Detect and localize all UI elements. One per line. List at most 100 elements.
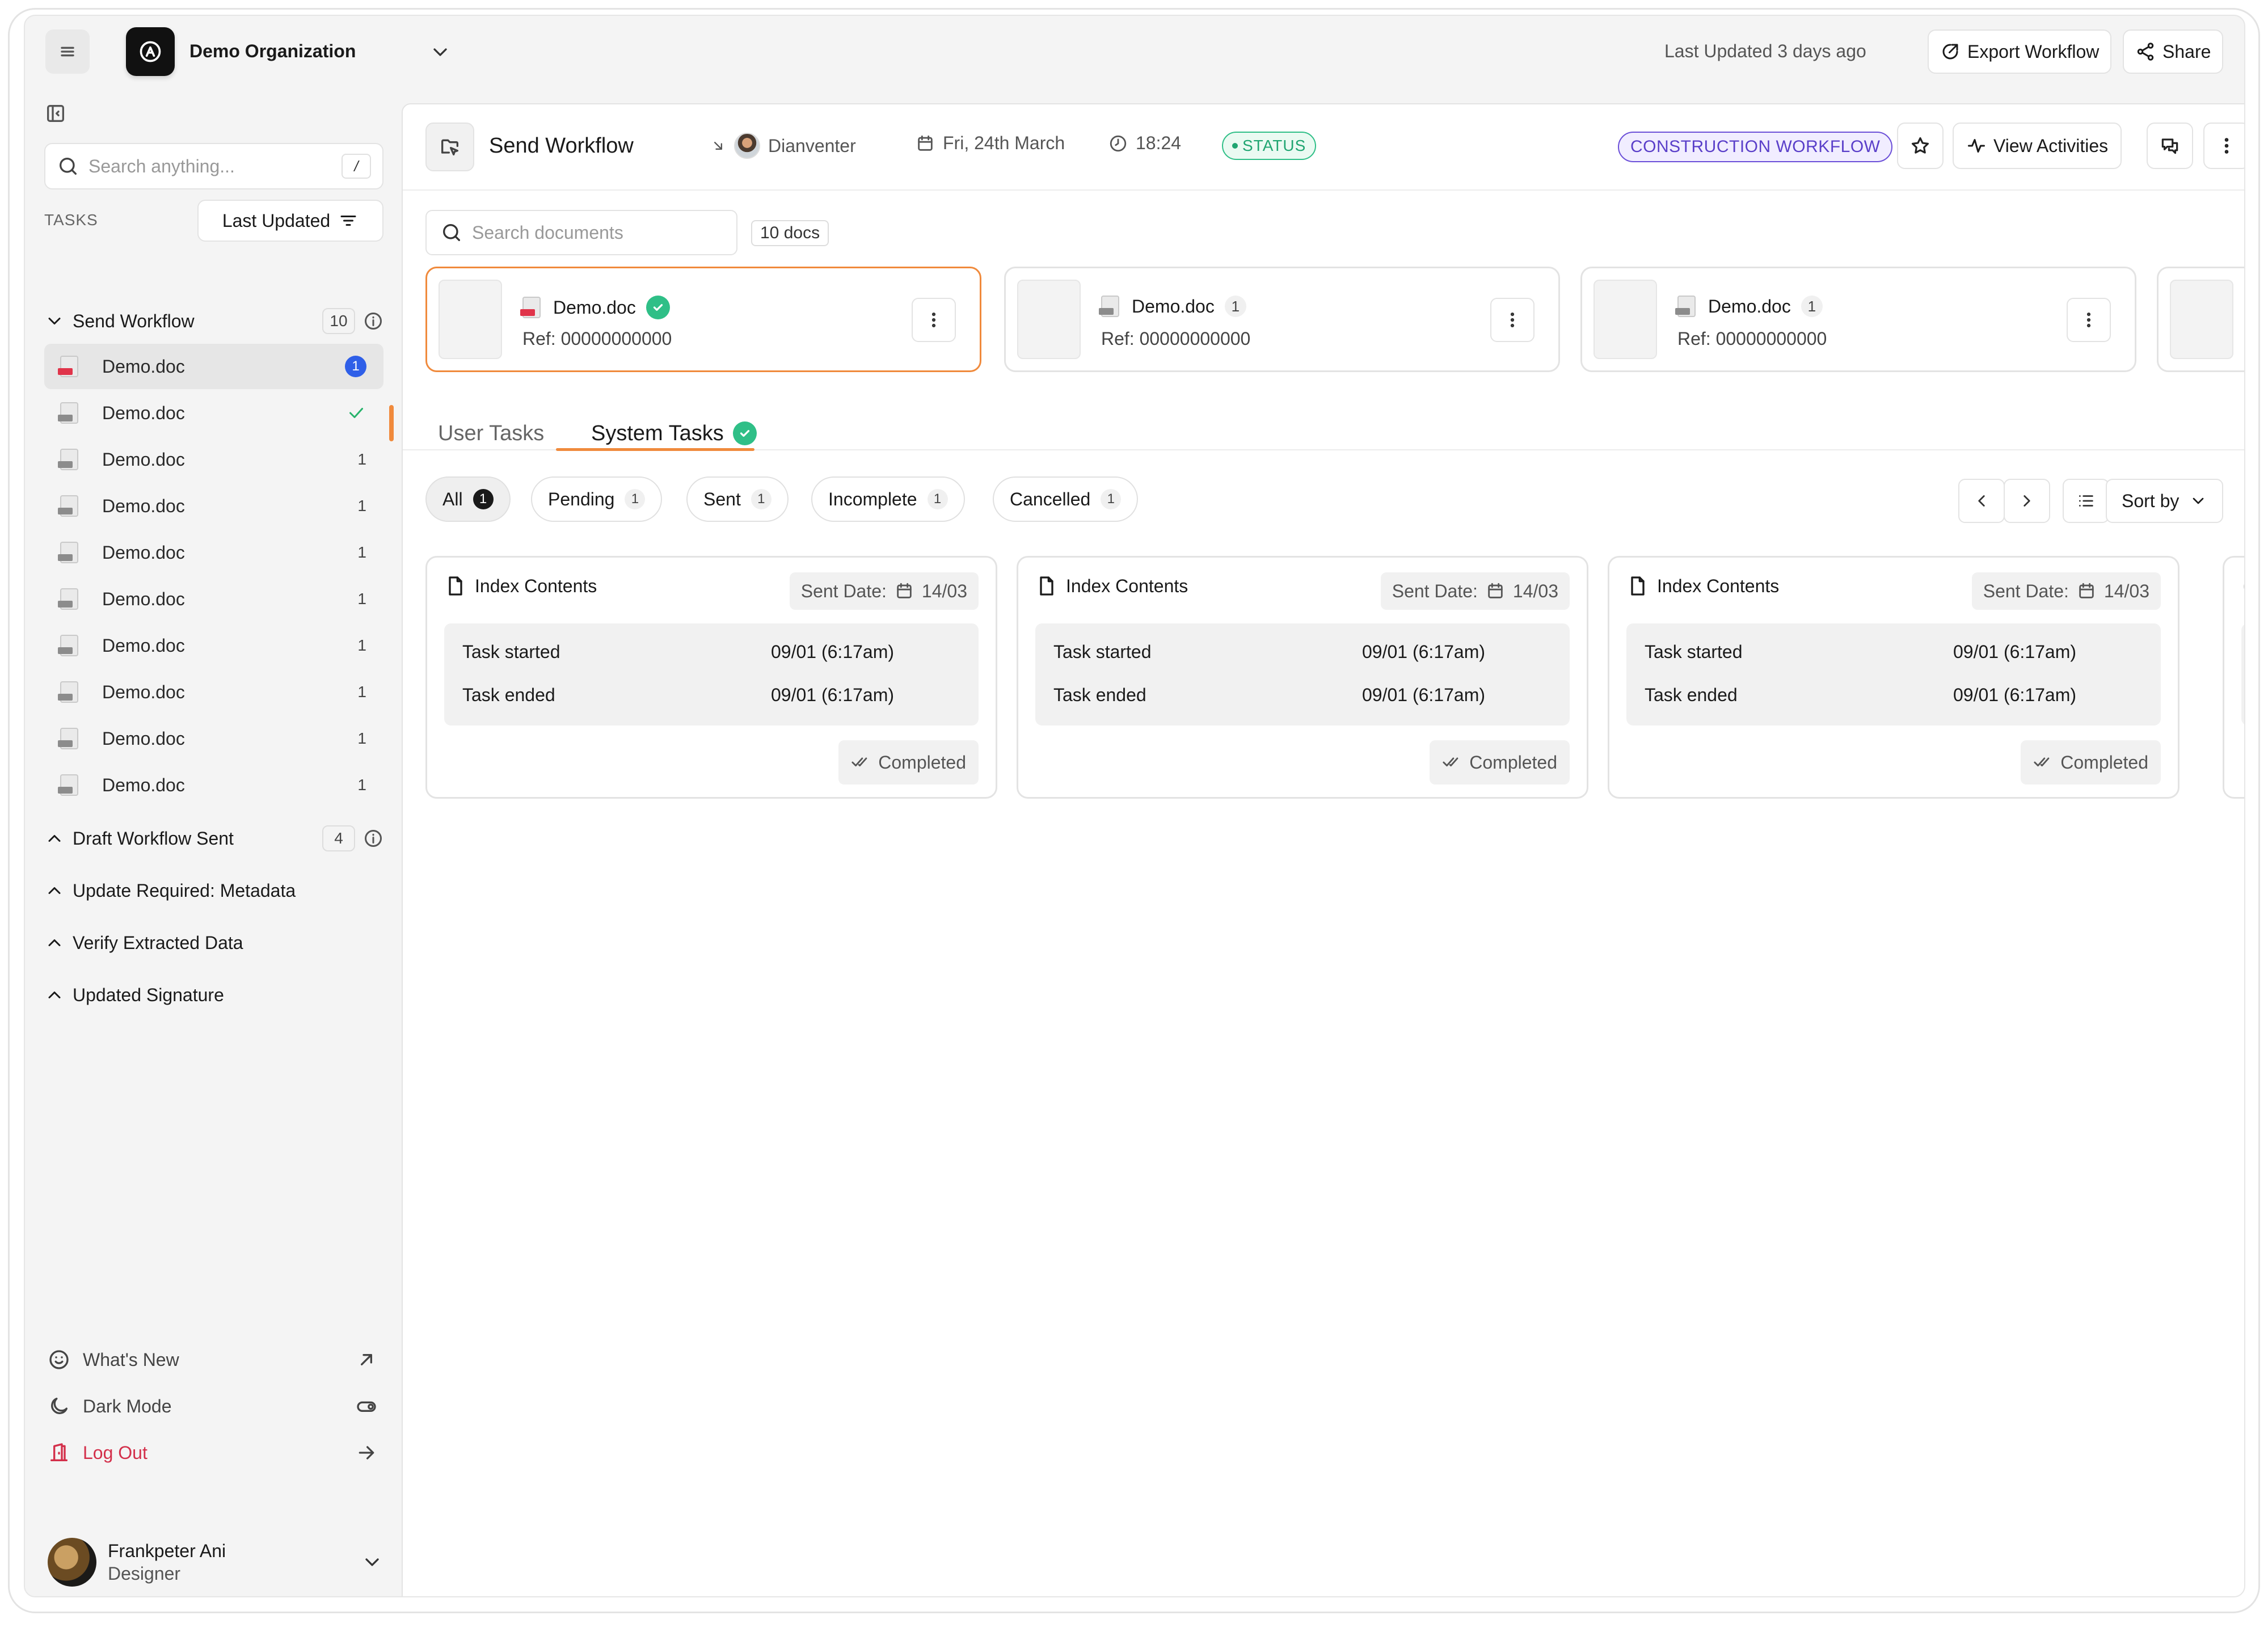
filter-chip-count: 1 xyxy=(625,489,646,509)
group-updated-signature[interactable]: Updated Signature xyxy=(44,978,383,1012)
task-ended-label: Task ended xyxy=(462,685,555,705)
sidebar-search[interactable]: Search anything... / xyxy=(44,143,383,189)
favorite-button[interactable] xyxy=(1897,123,1944,169)
sidebar-doc-item[interactable]: Demo.doc xyxy=(44,390,383,436)
sidebar-doc-item[interactable]: Demo.doc 1 xyxy=(44,344,383,389)
task-card[interactable]: Index Contents Sent Date: 14/03 Task sta… xyxy=(1017,556,1588,799)
calendar-icon xyxy=(916,134,935,153)
sidebar-doc-item[interactable]: Demo.doc 1 xyxy=(44,716,383,761)
category-badge: CONSTRUCTION WORKFLOW xyxy=(1618,132,1893,162)
info-icon[interactable] xyxy=(363,311,383,331)
app-window: Demo Organization Last Updated 3 days ag… xyxy=(24,15,2245,1597)
user-profile[interactable]: Frankpeter Ani Designer xyxy=(48,1534,383,1591)
sidebar-doc-item[interactable]: Demo.doc 1 xyxy=(44,762,383,808)
kebab-menu-icon xyxy=(1503,310,1522,330)
door-icon xyxy=(48,1441,70,1464)
double-check-icon xyxy=(2033,753,2052,772)
sort-by-dropdown[interactable]: Sort by xyxy=(2106,479,2224,523)
sent-date-value: 14/03 xyxy=(921,580,967,601)
task-title-text: Index Contents xyxy=(1066,575,1188,596)
share-button[interactable]: Share xyxy=(2123,29,2224,74)
sidebar-doc-item[interactable]: Demo.doc 1 xyxy=(44,576,383,622)
export-workflow-button[interactable]: Export Workflow xyxy=(1928,29,2112,74)
group-update-required-metadata[interactable]: Update Required: Metadata xyxy=(44,874,383,908)
document-search-input[interactable]: Search documents xyxy=(425,210,737,255)
dark-mode-label: Dark Mode xyxy=(83,1395,172,1416)
filter-chip-all[interactable]: All 1 xyxy=(425,476,511,522)
document-ref: Ref: 00000000000 xyxy=(1677,328,1827,349)
filter-chip-cancelled[interactable]: Cancelled 1 xyxy=(993,476,1139,522)
sort-tasks-button[interactable]: Last Updated xyxy=(197,200,383,242)
log-out-link[interactable]: Log Out xyxy=(44,1433,383,1473)
task-card-partial[interactable]: T T xyxy=(2223,556,2244,799)
sidebar-doc-item[interactable]: Demo.doc 1 xyxy=(44,669,383,715)
filter-chip-label: Cancelled xyxy=(1010,488,1091,509)
folder-send-icon xyxy=(439,136,461,158)
tab-user-tasks[interactable]: User Tasks xyxy=(438,416,544,450)
chevron-up-icon xyxy=(44,985,65,1005)
previous-page-button[interactable] xyxy=(1958,479,2005,523)
doc-count: 1 xyxy=(357,636,366,654)
dark-mode-toggle[interactable]: Dark Mode xyxy=(44,1386,383,1426)
collapse-sidebar-icon[interactable] xyxy=(44,102,67,125)
group-draft-workflow-sent[interactable]: Draft Workflow Sent 4 xyxy=(44,821,383,855)
group-verify-extracted-data[interactable]: Verify Extracted Data xyxy=(44,926,383,960)
list-view-button[interactable] xyxy=(2063,479,2109,523)
task-times: T T xyxy=(2241,623,2244,726)
chevron-left-icon xyxy=(1972,491,1991,511)
filter-chip-sent[interactable]: Sent 1 xyxy=(686,476,789,522)
task-card[interactable]: Index Contents Sent Date: 14/03 Task sta… xyxy=(425,556,997,799)
document-card[interactable]: Demo.doc 1 Ref: 00000000000 xyxy=(1580,267,2136,372)
last-updated-text: Last Updated 3 days ago xyxy=(1664,41,1866,61)
chevron-up-icon xyxy=(44,880,65,901)
filter-chip-label: Incomplete xyxy=(828,488,917,509)
sent-date-badge: Sent Date: 14/03 xyxy=(1380,572,1570,610)
check-icon xyxy=(346,403,366,423)
task-ended-label: Task ended xyxy=(1053,685,1146,705)
whats-new-link[interactable]: What's New xyxy=(44,1340,383,1380)
task-times: Task started 09/01 (6:17am) Task ended 0… xyxy=(444,623,979,726)
logo-icon xyxy=(138,39,163,64)
sidebar-doc-item[interactable]: Demo.doc 1 xyxy=(44,483,383,529)
sent-date-label: Sent Date: xyxy=(1983,580,2069,601)
whats-new-label: What's New xyxy=(83,1349,179,1370)
group-send-workflow-label: Send Workflow xyxy=(73,310,195,331)
chevron-down-icon[interactable] xyxy=(361,1551,383,1574)
comments-button[interactable] xyxy=(2147,123,2193,169)
document-count-badge: 1 xyxy=(1224,296,1246,317)
task-ended-label: Task ended xyxy=(1645,685,1738,705)
menu-button[interactable] xyxy=(45,29,90,74)
completed-status-badge: Completed xyxy=(1430,740,1570,785)
workflow-header: Send Workflow Dianventer Fri, 24th March… xyxy=(403,104,2244,191)
task-card[interactable]: Index Contents Sent Date: 14/03 Task sta… xyxy=(1608,556,2180,799)
pdf-file-icon xyxy=(58,635,78,656)
document-card[interactable]: Demo.doc Ref: 00000000000 xyxy=(425,267,981,372)
sidebar-doc-label: Demo.doc xyxy=(102,635,185,656)
document-menu-button[interactable] xyxy=(1490,298,1535,342)
search-shortcut-key: / xyxy=(342,154,371,179)
document-menu-button[interactable] xyxy=(912,298,956,342)
sidebar-doc-item[interactable]: Demo.doc 1 xyxy=(44,530,383,575)
next-page-button[interactable] xyxy=(2004,479,2050,523)
assignee-name: Dianventer xyxy=(768,135,856,156)
pdf-file-icon xyxy=(1099,296,1119,317)
sidebar-doc-item[interactable]: Demo.doc 1 xyxy=(44,437,383,482)
sidebar-doc-item[interactable]: Demo.doc 1 xyxy=(44,623,383,668)
verified-icon xyxy=(732,421,757,445)
sidebar-scrollbar[interactable] xyxy=(389,405,394,441)
pdf-file-icon xyxy=(58,356,78,377)
toggle-switch-icon[interactable] xyxy=(355,1395,378,1418)
filter-chip-incomplete[interactable]: Incomplete 1 xyxy=(811,476,965,522)
filter-chip-pending[interactable]: Pending 1 xyxy=(531,476,663,522)
document-thumbnail xyxy=(2170,280,2233,359)
document-menu-button[interactable] xyxy=(2067,298,2111,342)
more-options-button[interactable] xyxy=(2203,123,2244,169)
tab-system-tasks[interactable]: System Tasks xyxy=(591,416,757,450)
group-send-workflow[interactable]: Send Workflow 10 xyxy=(44,304,383,338)
org-switcher-chevron-icon[interactable] xyxy=(429,41,452,64)
document-card[interactable]: Demo.doc 1 Ref: 00000000000 xyxy=(1004,267,1560,372)
document-card-partial[interactable] xyxy=(2157,267,2244,372)
info-icon[interactable] xyxy=(363,828,383,849)
view-activities-button[interactable]: View Activities xyxy=(1953,123,2122,169)
sidebar-doc-label: Demo.doc xyxy=(102,542,185,563)
